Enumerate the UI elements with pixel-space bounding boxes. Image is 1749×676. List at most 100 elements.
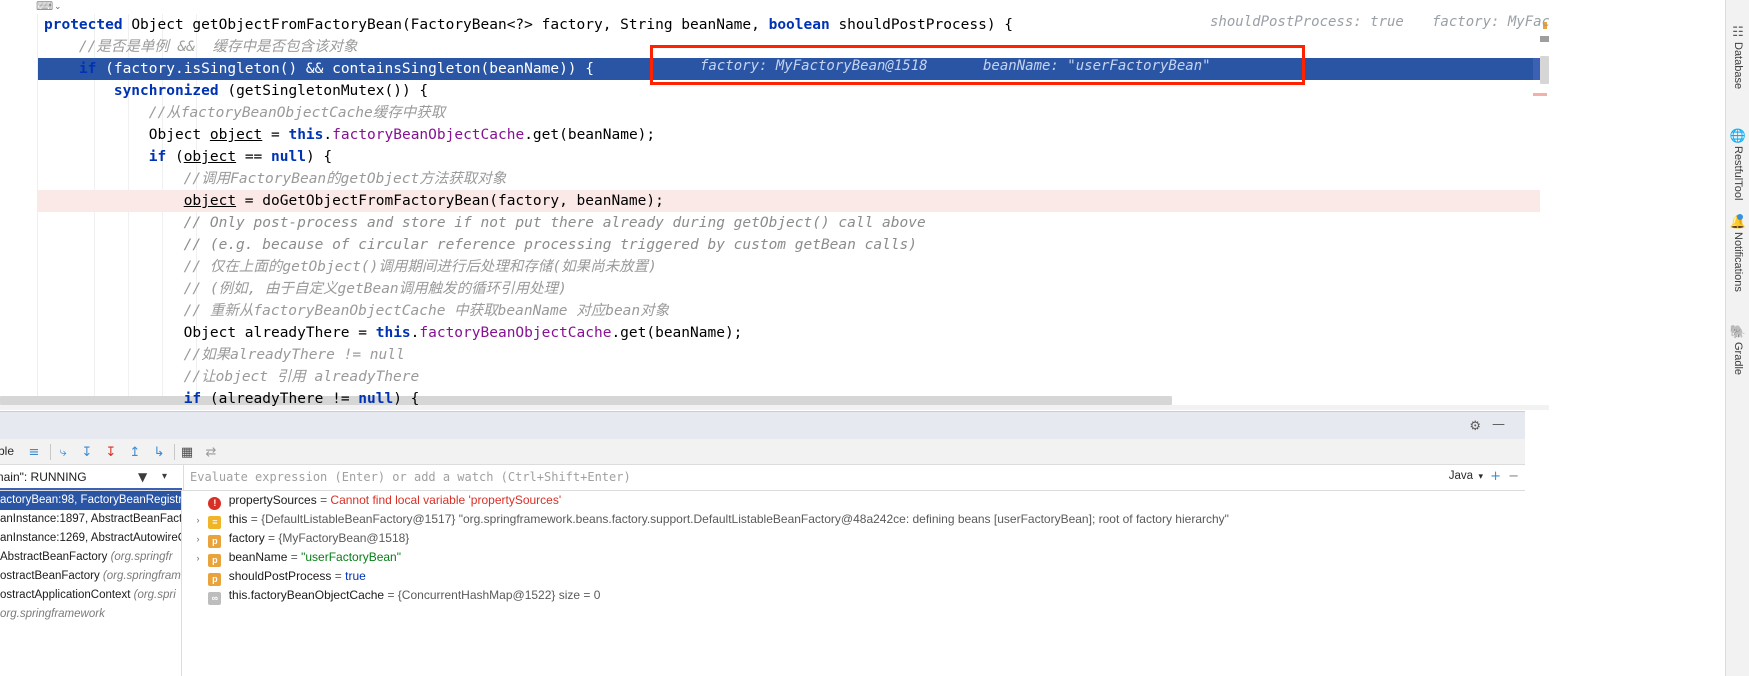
selection-marker [1533, 58, 1540, 80]
variable-value: {MyFactoryBean@1518} [278, 531, 410, 545]
thread-selector[interactable]: oup "main": RUNNING [0, 465, 182, 490]
variable-value: Cannot find local variable 'propertySour… [330, 493, 562, 507]
breadcrumb[interactable]: ⌨ ⌄ [0, 0, 1549, 14]
parameter-icon: p [208, 573, 222, 586]
list-item[interactable]: anInstance:1897, AbstractBeanFacto [0, 510, 181, 529]
force-step-into-button[interactable]: ↧ [102, 443, 120, 461]
filter-icon[interactable]: ▼ [138, 470, 147, 484]
variable-name: this [228, 512, 248, 526]
code-line[interactable]: Object object = this.factoryBeanObjectCa… [38, 124, 1549, 146]
sidebar-item-restfultool[interactable]: 🌐 RestfulTool [1726, 130, 1749, 201]
code-line[interactable]: // Only post-process and store if not pu… [38, 212, 1549, 234]
settings-tree-button[interactable]: ⇄ [202, 443, 220, 461]
variable-equals: = [268, 531, 279, 545]
database-icon: ☷ [1732, 25, 1744, 40]
variable-equals: = [334, 569, 346, 583]
scrollbar-thumb[interactable] [1540, 56, 1549, 84]
code-line-current[interactable]: object = doGetObjectFromFactoryBean(fact… [38, 190, 1549, 212]
list-item[interactable]: AbstractBeanFactory (org.springfr [0, 548, 181, 567]
right-tool-strip[interactable]: ☷ Database 🌐 RestfulTool 🔔 Notifications… [1725, 0, 1749, 676]
code-line[interactable]: // 仅在上面的getObject()调用期间进行后处理和存储(如果尚未放置) [38, 256, 1549, 278]
code-line[interactable]: // (例如, 由于自定义getBean调用触发的循环引用处理) [38, 278, 1549, 300]
chevron-right-icon[interactable]: › [191, 549, 205, 568]
code-structure-icon[interactable]: ⌨ [36, 0, 53, 13]
parameter-icon: p [208, 554, 222, 567]
step-out-button[interactable]: ↥ [126, 443, 144, 461]
gear-icon[interactable]: ⚙ [1469, 419, 1481, 434]
variable-row[interactable]: ∞ this.factoryBeanObjectCache = {Concurr… [183, 586, 1525, 605]
code-editor[interactable]: ⌨ ⌄ protected Object getObjectFromFactor… [0, 0, 1549, 410]
list-item[interactable]: actoryBean:98, FactoryBeanRegistr [0, 491, 181, 510]
variable-value: true [345, 569, 366, 583]
code-line[interactable]: if (object == null) { [38, 146, 1549, 168]
variable-value: "userFactoryBean" [301, 550, 401, 564]
variable-equals: = [387, 588, 398, 602]
variable-name: this.factoryBeanObjectCache [228, 588, 385, 602]
debugger-toolbar[interactable]: ble ≡ ⤷ ↧ ↧ ↥ ↳ ▦ ⇄ [0, 439, 1525, 465]
code-line[interactable]: //从factoryBeanObjectCache缓存中获取 [38, 102, 1549, 124]
code-line[interactable]: // 重新从factoryBeanObjectCache 中获取beanName… [38, 300, 1549, 322]
minimize-icon[interactable]: — [1492, 417, 1505, 432]
list-item[interactable]: org.springframework [0, 605, 181, 624]
variable-row[interactable]: › p beanName = "userFactoryBean" [183, 548, 1525, 567]
toolbar-divider [174, 444, 175, 460]
error-icon: ! [208, 497, 222, 510]
step-over-button[interactable]: ⤷ [54, 443, 72, 461]
sidebar-item-label: Database [1732, 42, 1744, 90]
editor-gutter[interactable] [0, 14, 38, 410]
chevron-down-icon[interactable]: ▾ [162, 471, 167, 482]
notification-badge [1737, 214, 1744, 220]
minus-icon[interactable]: − [1508, 469, 1519, 484]
debugger-panel[interactable]: ⚙ — ble ≡ ⤷ ↧ ↧ ↥ ↳ ▦ ⇄ oup "main": RUNN… [0, 411, 1525, 676]
variable-name: propertySources [228, 493, 317, 507]
list-item[interactable]: ostractBeanFactory (org.springfram [0, 567, 181, 586]
inspection-marker-icon[interactable] [1540, 36, 1549, 42]
code-line[interactable]: //让object 引用 alreadyThere [38, 366, 1549, 388]
variable-equals: = [290, 550, 302, 564]
plus-icon[interactable]: + [1490, 469, 1501, 484]
step-into-button[interactable]: ↧ [78, 443, 96, 461]
variable-row[interactable]: › p factory = {MyFactoryBean@1518} [183, 529, 1525, 548]
variable-equals: = [250, 512, 262, 526]
debugger-tab-label[interactable]: ble [0, 444, 14, 458]
code-line[interactable]: //调用FactoryBean的getObject方法获取对象 [38, 168, 1549, 190]
variable-row[interactable]: › ≡ this = {DefaultListableBeanFactory@1… [183, 510, 1525, 529]
chevron-down-icon[interactable]: ▾ [1478, 471, 1483, 482]
chevron-right-icon[interactable]: › [191, 511, 205, 530]
parameter-icon: p [208, 535, 222, 548]
variable-name: factory [228, 531, 265, 545]
sidebar-item-database[interactable]: ☷ Database [1726, 25, 1749, 90]
variable-equals: = [320, 493, 331, 507]
code-line[interactable]: synchronized (getSingletonMutex()) { [38, 80, 1549, 102]
code-line[interactable]: //如果alreadyThere != null [38, 344, 1549, 366]
inline-hint-factory-top: factory: MyFact [1432, 14, 1549, 30]
code-line[interactable]: //是否是单例 && 缓存中是否包含该对象 [38, 36, 1549, 58]
variable-row[interactable]: p shouldPostProcess = true [183, 567, 1525, 586]
list-item[interactable]: anInstance:1269, AbstractAutowireC [0, 529, 181, 548]
sidebar-item-label: RestfulTool [1732, 146, 1744, 201]
chevron-right-icon[interactable]: › [191, 530, 205, 549]
inline-hint-bean-name-selected: beanName: "userFactoryBean" [983, 58, 1211, 74]
sidebar-item-label: Notifications [1732, 232, 1744, 292]
elephant-icon: 🐘 [1729, 325, 1747, 340]
mute-breakpoints-button[interactable]: ≡ [25, 443, 43, 461]
chevron-down-icon[interactable]: ⌄ [54, 0, 62, 13]
debugger-evaluate-bar[interactable]: oup "main": RUNNING ▼ ▾ Evaluate express… [0, 465, 1525, 491]
bell-icon: 🔔 [1729, 214, 1747, 230]
run-to-cursor-button[interactable]: ↳ [150, 443, 168, 461]
sidebar-item-gradle[interactable]: 🐘 Gradle [1726, 325, 1749, 376]
variable-row[interactable]: ! propertySources = Cannot find local va… [183, 491, 1525, 510]
language-selector[interactable]: Java [1449, 470, 1473, 482]
inline-hint-should-post-process: shouldPostProcess: true [1210, 14, 1404, 30]
list-item[interactable]: ostractApplicationContext (org.spri [0, 586, 181, 605]
code-line[interactable]: // (e.g. because of circular reference p… [38, 234, 1549, 256]
evaluate-expression-input[interactable]: Evaluate expression (Enter) or add a wat… [183, 465, 1445, 490]
variable-name: shouldPostProcess [228, 569, 332, 583]
sidebar-item-notifications[interactable]: 🔔 Notifications [1726, 214, 1749, 292]
exec-line-marker [1533, 93, 1547, 96]
variable-value: {ConcurrentHashMap@1522} size = 0 [397, 588, 601, 602]
evaluate-expression-button[interactable]: ▦ [178, 443, 196, 461]
variables-tree[interactable]: ! propertySources = Cannot find local va… [183, 491, 1525, 676]
code-line[interactable]: Object alreadyThere = this.factoryBeanOb… [38, 322, 1549, 344]
frames-list[interactable]: actoryBean:98, FactoryBeanRegistr anInst… [0, 491, 182, 676]
